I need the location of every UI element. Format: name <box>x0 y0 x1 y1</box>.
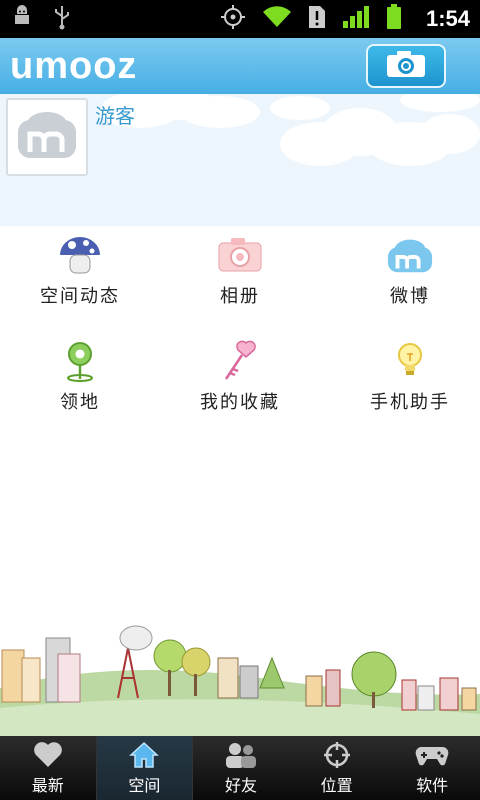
tab-friends[interactable]: 好友 <box>193 736 289 800</box>
camera-button[interactable] <box>366 44 446 88</box>
tab-label: 好友 <box>224 776 257 795</box>
mushroom-icon <box>56 232 104 278</box>
grid-item-territory[interactable]: 领地 <box>0 332 160 432</box>
wifi-icon <box>262 5 292 33</box>
tab-label: 空间 <box>128 776 161 795</box>
android-debug-icon <box>10 5 34 33</box>
location-pin-icon <box>56 338 104 384</box>
gps-icon <box>220 4 246 34</box>
no-sim-icon <box>308 5 326 33</box>
gamepad-icon <box>415 740 449 770</box>
grid-item-label: 相册 <box>220 286 260 307</box>
username[interactable]: 游客 <box>95 100 135 129</box>
usb-icon <box>52 4 72 34</box>
grid-item-label: 空间动态 <box>40 286 120 307</box>
tab-space[interactable]: 空间 <box>95 736 194 800</box>
cloud-icon <box>386 232 434 278</box>
home-icon <box>129 740 160 770</box>
avatar[interactable] <box>6 98 88 176</box>
camera-icon <box>385 49 427 83</box>
tab-location[interactable]: 位置 <box>289 736 385 800</box>
crosshair-icon <box>323 740 351 770</box>
grid-item-weibo[interactable]: 微博 <box>330 226 480 326</box>
grid-item-favorites[interactable]: 我的收藏 <box>160 332 320 432</box>
status-clock: 1:54 <box>425 6 470 31</box>
default-avatar-logo-icon <box>16 110 78 164</box>
tab-latest[interactable]: 最新 <box>0 736 96 800</box>
grid-item-label: 领地 <box>60 392 100 413</box>
tab-label: 位置 <box>320 776 353 795</box>
camera-icon <box>216 232 264 278</box>
tab-label: 软件 <box>416 776 449 795</box>
bottom-tab-bar: 最新 空间 好友 位置 软件 <box>0 736 480 800</box>
app-header: umooz <box>0 38 480 94</box>
signal-icon <box>342 5 370 33</box>
grid-item-phone-assistant[interactable]: 手机助手 <box>330 332 480 432</box>
friends-icon <box>224 740 258 770</box>
battery-icon <box>386 4 402 34</box>
tab-software[interactable]: 软件 <box>384 736 480 800</box>
city-scenery-illustration <box>0 625 480 736</box>
umooz-logo: umooz <box>10 45 138 87</box>
grid-item-space-feed[interactable]: 空间动态 <box>0 226 160 326</box>
grid-item-album[interactable]: 相册 <box>160 226 320 326</box>
tab-label: 最新 <box>31 776 64 795</box>
grid-item-label: 手机助手 <box>370 392 450 413</box>
grid-item-label: 我的收藏 <box>200 392 280 413</box>
heart-icon <box>33 740 63 770</box>
heart-key-icon <box>216 338 264 384</box>
grid-item-label: 微博 <box>390 286 430 307</box>
status-bar: 1:54 <box>0 0 480 38</box>
lightbulb-icon <box>386 338 434 384</box>
profile-area: 游客 <box>0 94 480 226</box>
